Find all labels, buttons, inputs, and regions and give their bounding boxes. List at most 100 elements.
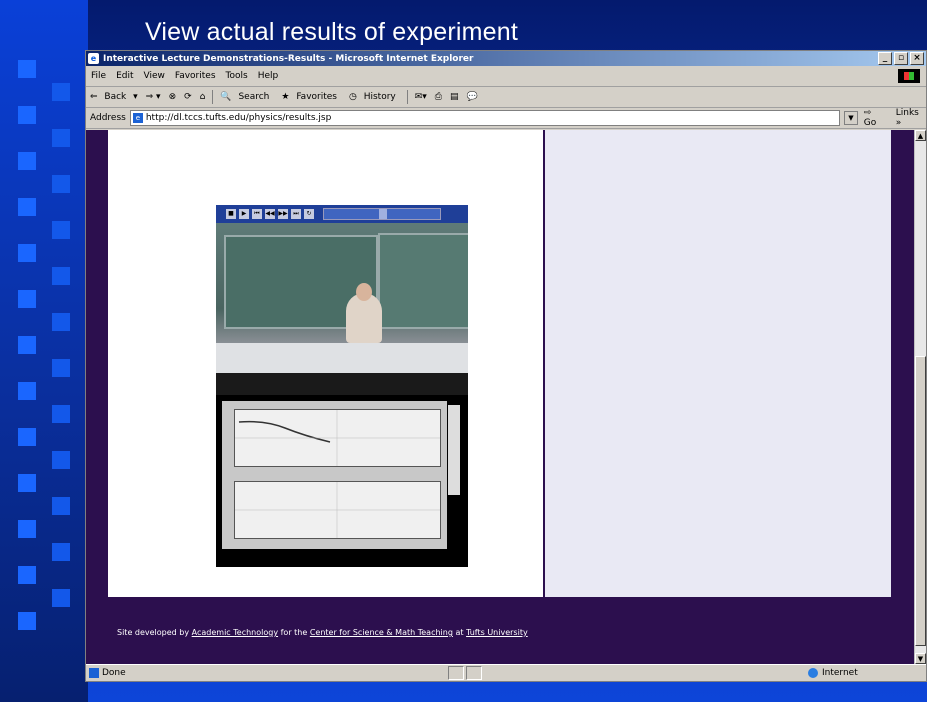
address-dropdown-icon[interactable]: ▼	[844, 111, 858, 125]
footer-text: for the	[280, 628, 308, 637]
go-button[interactable]: ⇨ Go	[864, 108, 886, 128]
zone-label: Internet	[822, 668, 858, 678]
menu-edit[interactable]: Edit	[116, 71, 133, 81]
status-pane	[447, 666, 464, 680]
graph-capture	[216, 395, 468, 567]
center-link[interactable]: Center for Science & Math Teaching	[310, 628, 453, 637]
fast-forward-icon[interactable]: ▶▶	[278, 209, 288, 219]
slide-bullet	[52, 589, 70, 607]
scroll-down-icon[interactable]: ▼	[915, 653, 926, 664]
seek-slider[interactable]	[323, 208, 441, 220]
status-pane	[465, 666, 482, 680]
edit-icon[interactable]: ▤	[450, 92, 459, 102]
velocity-plot	[234, 409, 441, 467]
history-button[interactable]: ◷ History	[349, 92, 400, 102]
status-text: Done	[102, 668, 126, 678]
side-panel	[545, 130, 891, 597]
stop-icon[interactable]: ■	[226, 209, 236, 219]
favorites-button[interactable]: ★ Favorites	[281, 92, 341, 102]
menu-view[interactable]: View	[144, 71, 165, 81]
close-icon[interactable]: ×	[910, 52, 924, 65]
slide-bullet	[18, 520, 36, 538]
stop-icon[interactable]: ⊗	[169, 92, 177, 102]
video-frame	[216, 223, 468, 395]
slide-bullet	[18, 566, 36, 584]
mail-icon[interactable]: ✉▾	[415, 92, 427, 102]
address-input[interactable]: e http://dl.tccs.tufts.edu/physics/resul…	[129, 110, 841, 126]
graph-toolbar	[448, 405, 460, 495]
slide-bullet	[18, 60, 36, 78]
discuss-icon[interactable]: 💬	[467, 92, 478, 102]
skip-back-icon[interactable]: ⏮	[252, 209, 262, 219]
audience	[216, 373, 468, 395]
favorites-label: Favorites	[296, 92, 337, 102]
back-button[interactable]: ⇐ Back ▾	[90, 92, 138, 102]
home-icon[interactable]: ⌂	[200, 92, 206, 102]
footer-text: Site developed by	[117, 628, 190, 637]
security-zone: Internet	[804, 668, 926, 678]
scroll-up-icon[interactable]: ▲	[915, 130, 926, 141]
acceleration-plot	[234, 481, 441, 539]
slide-bullet	[18, 106, 36, 124]
chalkboard	[378, 233, 468, 329]
loop-icon[interactable]: ↻	[304, 209, 314, 219]
forward-button[interactable]: ⇒ ▾	[146, 92, 161, 102]
toolbar-separator	[406, 90, 408, 104]
slide-bullet	[18, 244, 36, 262]
browser-window: e Interactive Lecture Demonstrations-Res…	[85, 50, 927, 682]
maximize-icon[interactable]: ▫	[894, 52, 908, 65]
slide-bullet	[52, 405, 70, 423]
slide-bullet	[52, 267, 70, 285]
lecturer-head	[356, 283, 372, 301]
slide-bullet	[52, 543, 70, 561]
academic-technology-link[interactable]: Academic Technology	[192, 628, 278, 637]
slide-bullet	[18, 152, 36, 170]
menu-favorites[interactable]: Favorites	[175, 71, 216, 81]
links-label: Links	[895, 108, 919, 118]
toolbar: ⇐ Back ▾ ⇒ ▾ ⊗ ⟳ ⌂ 🔍 Search ★ Favorites …	[86, 87, 926, 108]
video-player: ■ ▶ ⏮ ◀◀ ▶▶ ⏭ ↻	[216, 205, 468, 567]
page-icon: e	[132, 113, 143, 123]
slide-bullet	[18, 612, 36, 630]
ie-icon: e	[88, 53, 99, 64]
refresh-icon[interactable]: ⟳	[184, 92, 192, 102]
slide-bullet	[18, 290, 36, 308]
menu-help[interactable]: Help	[258, 71, 279, 81]
slide-bullet	[52, 313, 70, 331]
menu-tools[interactable]: Tools	[226, 71, 248, 81]
vertical-scrollbar[interactable]: ▲ ▼	[914, 130, 926, 664]
player-controls: ■ ▶ ⏮ ◀◀ ▶▶ ⏭ ↻	[216, 205, 468, 223]
slide-bullet	[52, 497, 70, 515]
print-icon[interactable]: ⎙	[435, 92, 442, 102]
address-label: Address	[90, 113, 126, 123]
window-title: Interactive Lecture Demonstrations-Resul…	[103, 53, 474, 64]
minimize-icon[interactable]: _	[878, 52, 892, 65]
slide-bullet	[52, 129, 70, 147]
slide-bullet	[52, 359, 70, 377]
results-panel: ■ ▶ ⏮ ◀◀ ▶▶ ⏭ ↻	[108, 130, 543, 597]
status-bar: Done Internet	[86, 664, 926, 681]
links-button[interactable]: Links »	[896, 108, 926, 128]
slide-bullet	[52, 221, 70, 239]
tufts-link[interactable]: Tufts University	[466, 628, 528, 637]
title-bar: e Interactive Lecture Demonstrations-Res…	[86, 51, 926, 66]
menu-file[interactable]: File	[91, 71, 106, 81]
slide-bullet	[52, 83, 70, 101]
address-bar: Address e http://dl.tccs.tufts.edu/physi…	[86, 108, 926, 129]
history-label: History	[363, 92, 396, 102]
play-icon[interactable]: ▶	[239, 209, 249, 219]
search-button[interactable]: 🔍 Search	[220, 92, 273, 102]
slide-bullet	[18, 382, 36, 400]
search-label: Search	[238, 92, 270, 102]
slide-bullet	[18, 336, 36, 354]
footer-text: at	[455, 628, 464, 637]
site-footer: Site developed by Academic Technology fo…	[117, 628, 528, 637]
slide-title: View actual results of experiment	[145, 18, 518, 46]
rewind-icon[interactable]: ◀◀	[265, 209, 275, 219]
seek-handle[interactable]	[379, 209, 387, 219]
page-icon	[89, 668, 99, 678]
slide-left-band	[0, 0, 88, 702]
skip-forward-icon[interactable]: ⏭	[291, 209, 301, 219]
velocity-curve	[235, 410, 440, 466]
scroll-thumb[interactable]	[915, 356, 926, 646]
